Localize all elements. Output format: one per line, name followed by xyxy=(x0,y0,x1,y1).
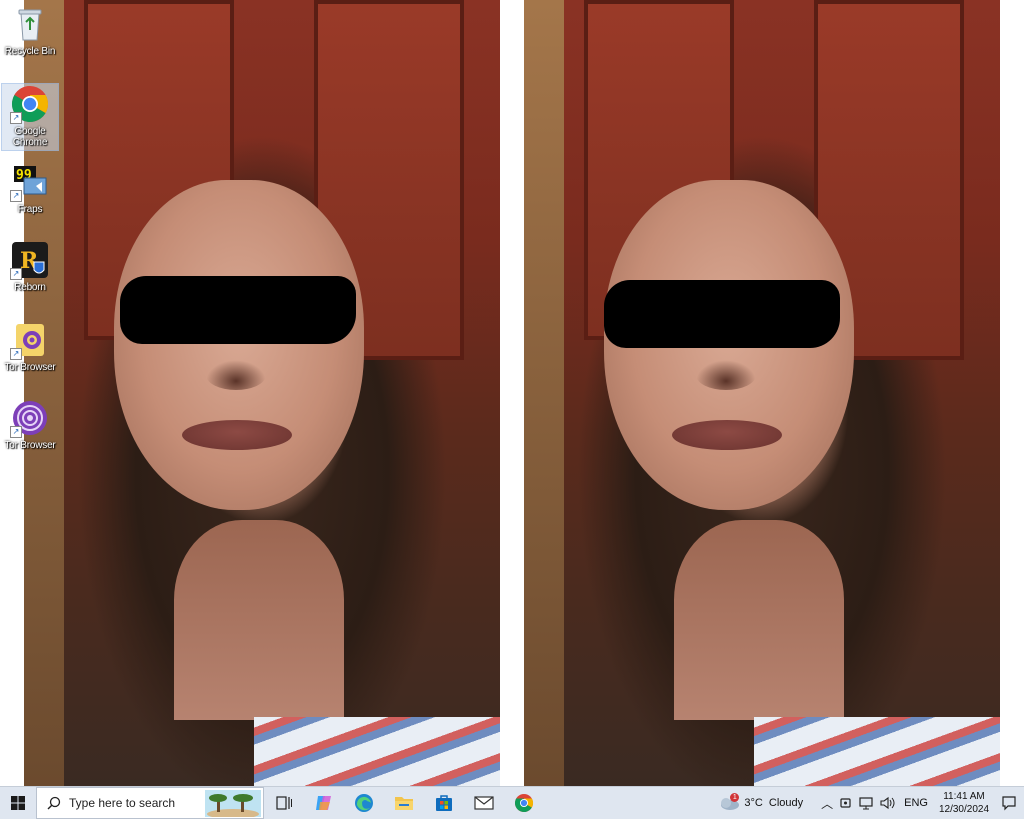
desktop-icon-reborn[interactable]: R ↗ Reborn xyxy=(2,240,58,293)
system-tray: 1 3°C Cloudy ︿ ENG 11:41 AM 12/30/2024 xyxy=(718,787,1024,819)
fraps-icon: 99 ↗ xyxy=(10,162,50,202)
shortcut-arrow-icon: ↗ xyxy=(10,348,22,360)
taskbar-search-box[interactable]: Type here to search xyxy=(36,787,264,819)
volume-icon[interactable] xyxy=(880,796,896,810)
mail-icon xyxy=(474,796,494,810)
chrome-icon xyxy=(514,794,534,813)
lips xyxy=(672,420,782,450)
weather-text: 3°C Cloudy xyxy=(744,797,804,809)
shortcut-arrow-icon: ↗ xyxy=(10,112,22,124)
folder-icon xyxy=(395,797,413,810)
desktop-icon-label: Tor Browser xyxy=(4,362,56,373)
input-language-indicator[interactable]: ENG xyxy=(904,797,928,809)
tor-browser-icon: ↗ xyxy=(10,320,50,360)
shirt xyxy=(254,717,500,787)
taskbar: Type here to search 1 3°C Cloudy ︿ ENG 1… xyxy=(0,786,1024,819)
desktop-icon-label: Recycle Bin xyxy=(4,46,56,57)
search-highlight-image-icon xyxy=(205,790,261,817)
desktop-icon-label: Fraps xyxy=(17,204,43,215)
network-icon[interactable] xyxy=(859,796,875,810)
desktop-icon-label: Google Chrome xyxy=(12,126,48,148)
censor-bar xyxy=(120,276,356,344)
lips xyxy=(182,420,292,450)
nose xyxy=(696,360,756,390)
wall-left xyxy=(524,0,564,787)
desktop-icon-tor-browser-folder[interactable]: ↗ Tor Browser xyxy=(2,320,58,373)
recycle-bin-icon xyxy=(10,4,50,44)
clock-time: 11:41 AM xyxy=(943,791,985,802)
shirt xyxy=(754,717,1000,787)
edge-button[interactable] xyxy=(344,787,384,819)
shortcut-arrow-icon: ↗ xyxy=(10,190,22,202)
censor-bar xyxy=(604,280,840,348)
mail-button[interactable] xyxy=(464,787,504,819)
tor-browser-icon: ↗ xyxy=(10,398,50,438)
clock-date: 12/30/2024 xyxy=(938,804,990,815)
search-icon xyxy=(47,796,61,810)
reborn-icon: R ↗ xyxy=(10,240,50,280)
task-view-icon xyxy=(276,796,292,810)
notification-icon xyxy=(1002,796,1016,811)
neck xyxy=(174,520,344,720)
wallpaper-photo-left xyxy=(24,0,500,787)
chevron-up-icon: ︿ xyxy=(821,796,834,811)
copilot-icon xyxy=(316,796,331,810)
windows-logo-icon xyxy=(11,796,25,810)
task-view-button[interactable] xyxy=(264,787,304,819)
chrome-taskbar-button[interactable] xyxy=(504,787,544,819)
shortcut-arrow-icon: ↗ xyxy=(10,268,22,280)
notifications-button[interactable] xyxy=(994,795,1024,811)
desktop-icon-label: Reborn xyxy=(14,282,46,293)
edge-icon xyxy=(355,794,373,812)
neck xyxy=(674,520,844,720)
microsoft-store-button[interactable] xyxy=(424,787,464,819)
face xyxy=(114,180,364,510)
search-placeholder: Type here to search xyxy=(69,796,176,810)
desktop-icon-recycle-bin[interactable]: Recycle Bin xyxy=(2,4,58,57)
desktop-icon-fraps[interactable]: 99 ↗ Fraps xyxy=(2,162,58,215)
desktop-icon-label: Tor Browser xyxy=(4,440,56,451)
nose xyxy=(206,360,266,390)
meet-now-icon[interactable] xyxy=(839,796,853,810)
shortcut-arrow-icon: ↗ xyxy=(10,426,22,438)
wallpaper-photo-right xyxy=(524,0,1000,787)
start-button[interactable] xyxy=(0,787,36,819)
file-explorer-button[interactable] xyxy=(384,787,424,819)
weather-widget[interactable]: 1 3°C Cloudy xyxy=(718,793,804,811)
desktop-icon-tor-browser[interactable]: ↗ Tor Browser xyxy=(2,398,58,451)
clock[interactable]: 11:41 AM 12/30/2024 xyxy=(934,790,994,816)
store-icon xyxy=(436,795,452,811)
desktop-icon-google-chrome[interactable]: ↗ Google Chrome xyxy=(1,83,59,151)
show-hidden-icons-button[interactable]: ︿ xyxy=(819,795,835,812)
copilot-button[interactable] xyxy=(304,787,344,819)
chrome-icon: ↗ xyxy=(10,84,50,124)
